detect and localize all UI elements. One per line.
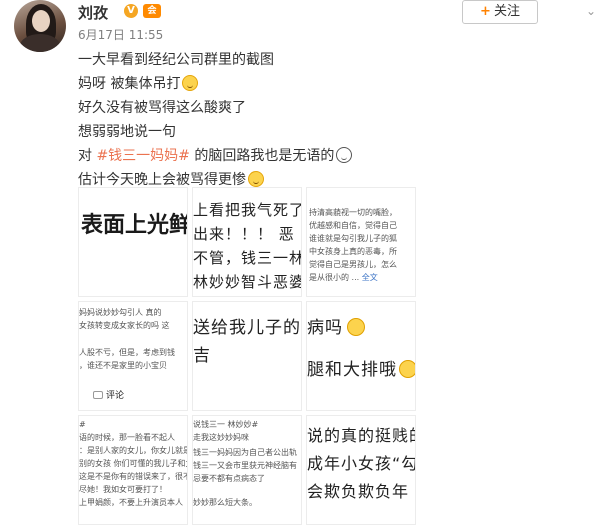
verified-vip-icon[interactable]: V (124, 4, 138, 18)
image-thumbnail-7[interactable]: # 语的时候，那一脸看不起人 ：是别人家的女儿，你女儿就是个渣渣 别的女孩 你们… (78, 415, 188, 525)
follow-button-label: 关注 (493, 4, 520, 19)
post-header: 刘孜 V 会 6月17日 11:55 + 关注 ⌄ (14, 0, 594, 52)
emoji-icon (347, 318, 365, 336)
hashtag-link[interactable]: #钱三一妈妈# (96, 148, 189, 164)
post-timestamp[interactable]: 6月17日 11:55 (78, 26, 163, 43)
follow-button[interactable]: + 关注 (462, 0, 538, 24)
post-text: 一大早看到经纪公司群里的截图 妈呀 被集体吊打 好久没有被骂得这么酸爽了 想弱弱… (78, 48, 578, 192)
plus-icon: + (480, 4, 491, 19)
user-name[interactable]: 刘孜 (78, 2, 108, 23)
laughing-emoji-icon (182, 75, 199, 91)
image-thumbnail-9[interactable]: 说的真的挺贱的 成年小女孩“勾 会欺负欺负年 (306, 415, 416, 525)
avatar[interactable] (14, 0, 66, 52)
image-thumbnail-5[interactable]: 送给我儿子的 吉 (192, 301, 302, 411)
image-thumbnail-1[interactable]: 表面上光鲜 (78, 187, 188, 297)
image-thumbnail-3[interactable]: 持清高藐视一切的嘴脸， 优越感和自信，觉得自己 谁谁就是勾引我儿子的狐 中女孩身… (306, 187, 416, 297)
chevron-down-icon[interactable]: ⌄ (582, 2, 594, 20)
image-thumbnail-8[interactable]: 说钱三一 林妙妙# 走我这妙妙妈咪 钱三一妈妈因为自己者公出轨 钱三一又会市里获… (192, 415, 302, 525)
member-badge-icon[interactable]: 会 (143, 4, 161, 18)
post-line: 想弱弱地说一句 (78, 124, 176, 140)
image-thumbnail-6[interactable]: 病吗 腿和大排哦 (306, 301, 416, 411)
speechless-emoji-icon (336, 147, 353, 163)
crying-laughing-emoji-icon (248, 171, 264, 187)
full-text-link[interactable]: 全文 (362, 273, 378, 282)
image-thumbnail-2[interactable]: 上看把我气死了 出来！！！ 恶 不管，钱三一林 林妙妙智斗恶婆 (192, 187, 302, 297)
comment-icon (93, 391, 103, 399)
image-thumbnail-4[interactable]: 妈妈说妙妙勾引人 真的 女孩转变成女家长的吗 这 人股不亏，但是，考虑到钱 ，谁… (78, 301, 188, 411)
post-line: 妈呀 被集体吊打 (78, 72, 578, 96)
post-line: 好久没有被骂得这么酸爽了 (78, 100, 246, 116)
emoji-icon (399, 360, 415, 378)
post-line: 对 #钱三一妈妈# 的脑回路我也是无语的 (78, 144, 578, 168)
comment-link[interactable]: 评论 (93, 388, 124, 401)
post-line: 一大早看到经纪公司群里的截图 (78, 52, 274, 68)
